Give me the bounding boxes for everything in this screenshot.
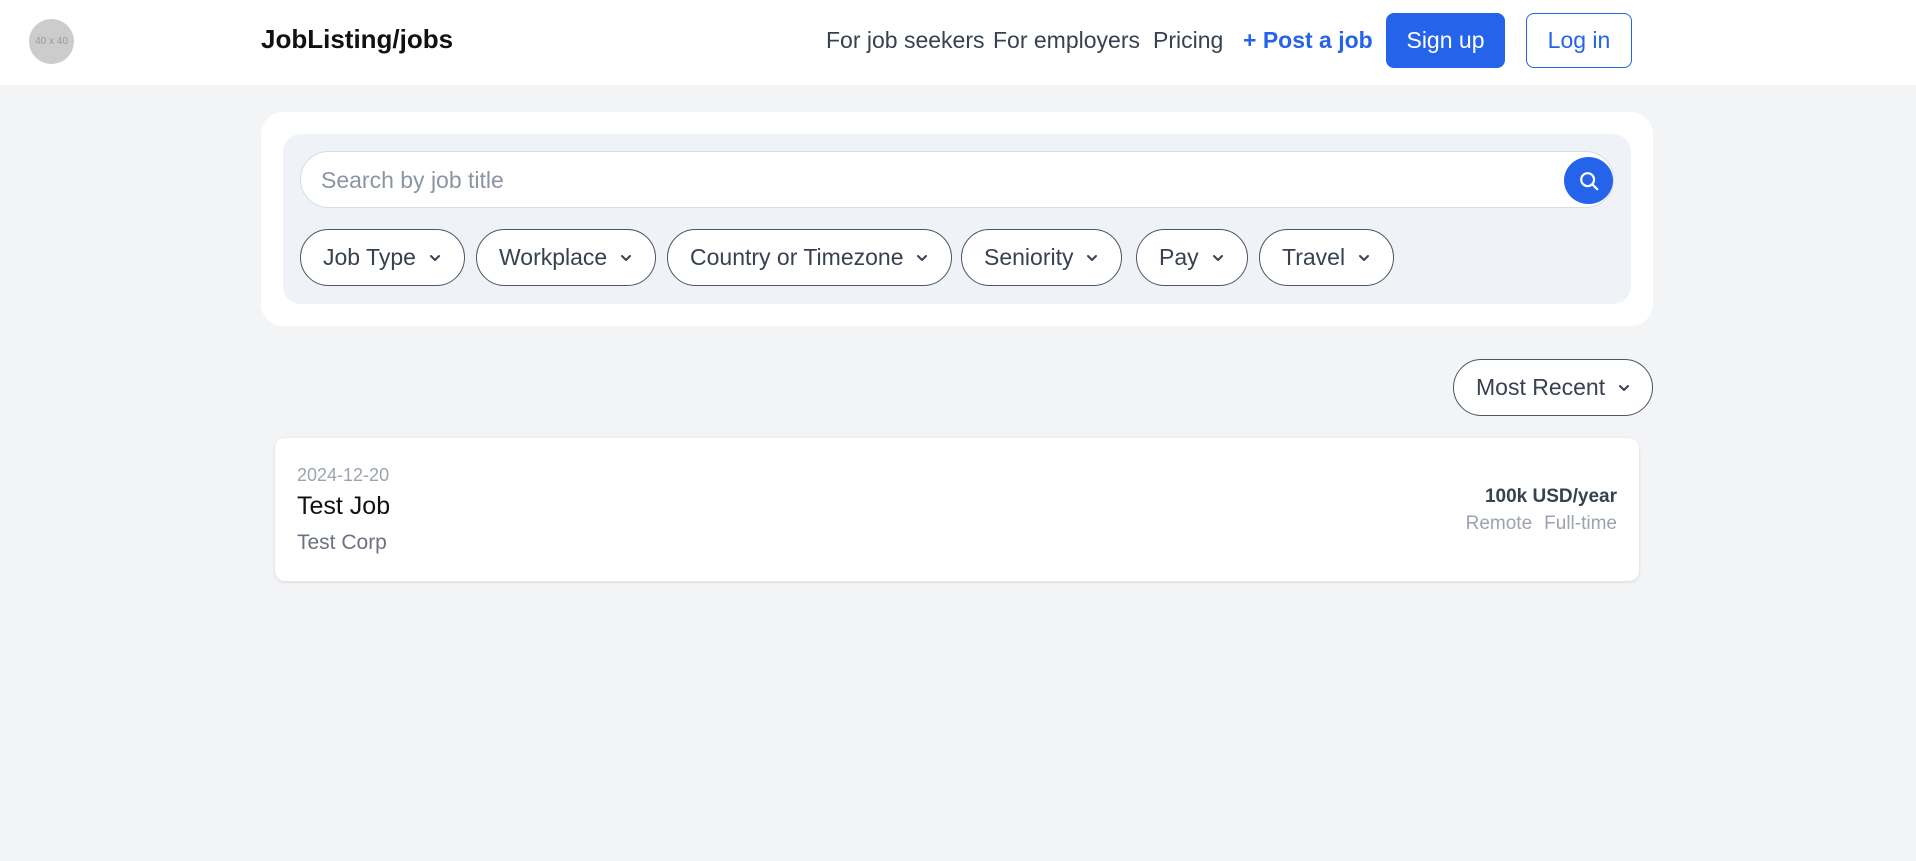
- job-tag-type: Full-time: [1544, 513, 1617, 534]
- chevron-down-icon: [428, 251, 442, 265]
- filter-workplace[interactable]: Workplace: [476, 229, 657, 286]
- filter-job-type[interactable]: Job Type: [300, 229, 465, 286]
- job-title[interactable]: Test Job: [297, 492, 390, 521]
- signup-button[interactable]: Sign up: [1386, 13, 1505, 68]
- filter-label: Workplace: [499, 244, 608, 270]
- filter-label: Country or Timezone: [690, 244, 904, 270]
- filter-country-timezone[interactable]: Country or Timezone: [667, 229, 953, 286]
- chevron-down-icon: [1211, 251, 1225, 265]
- filter-seniority[interactable]: Seniority: [961, 229, 1123, 286]
- brand-title[interactable]: JobListing/jobs: [261, 24, 453, 55]
- chevron-down-icon: [915, 251, 929, 265]
- logo-placeholder[interactable]: 40 x 40: [29, 19, 74, 64]
- filter-label: Job Type: [323, 244, 416, 270]
- job-tags: Remote Full-time: [1466, 513, 1617, 535]
- job-date: 2024-12-20: [297, 465, 390, 485]
- chevron-down-icon: [1085, 251, 1099, 265]
- search-input[interactable]: [321, 160, 1521, 200]
- search-bar: [300, 151, 1614, 208]
- search-panel-inner: Job Type Workplace Country or Timezone S…: [283, 134, 1631, 304]
- filter-label: Pay: [1159, 244, 1199, 270]
- nav-for-employers[interactable]: For employers: [993, 27, 1140, 54]
- chevron-down-icon: [619, 251, 633, 265]
- filter-label: Seniority: [984, 244, 1074, 270]
- filter-label: Travel: [1282, 244, 1346, 270]
- search-button[interactable]: [1564, 157, 1613, 204]
- job-pay: 100k USD/year: [1484, 486, 1617, 507]
- filter-pay[interactable]: Pay: [1136, 229, 1248, 286]
- job-tag-workplace: Remote: [1465, 513, 1533, 534]
- search-panel: Job Type Workplace Country or Timezone S…: [261, 112, 1653, 326]
- nav-for-job-seekers[interactable]: For job seekers: [826, 27, 985, 54]
- job-listing-card[interactable]: 2024-12-20 Test Job Test Corp 100k USD/y…: [275, 438, 1639, 581]
- job-company: Test Corp: [297, 531, 387, 554]
- search-icon: [1579, 171, 1598, 190]
- chevron-down-icon: [1617, 381, 1631, 395]
- filter-travel[interactable]: Travel: [1259, 229, 1395, 286]
- nav-post-a-job[interactable]: + Post a job: [1243, 27, 1373, 54]
- sort-dropdown[interactable]: Most Recent: [1453, 359, 1653, 416]
- chevron-down-icon: [1357, 251, 1371, 265]
- sort-label: Most Recent: [1476, 374, 1606, 400]
- login-button[interactable]: Log in: [1526, 13, 1632, 68]
- top-header: 40 x 40 JobListing/jobs For job seekers …: [0, 0, 1916, 85]
- nav-pricing[interactable]: Pricing: [1153, 27, 1223, 54]
